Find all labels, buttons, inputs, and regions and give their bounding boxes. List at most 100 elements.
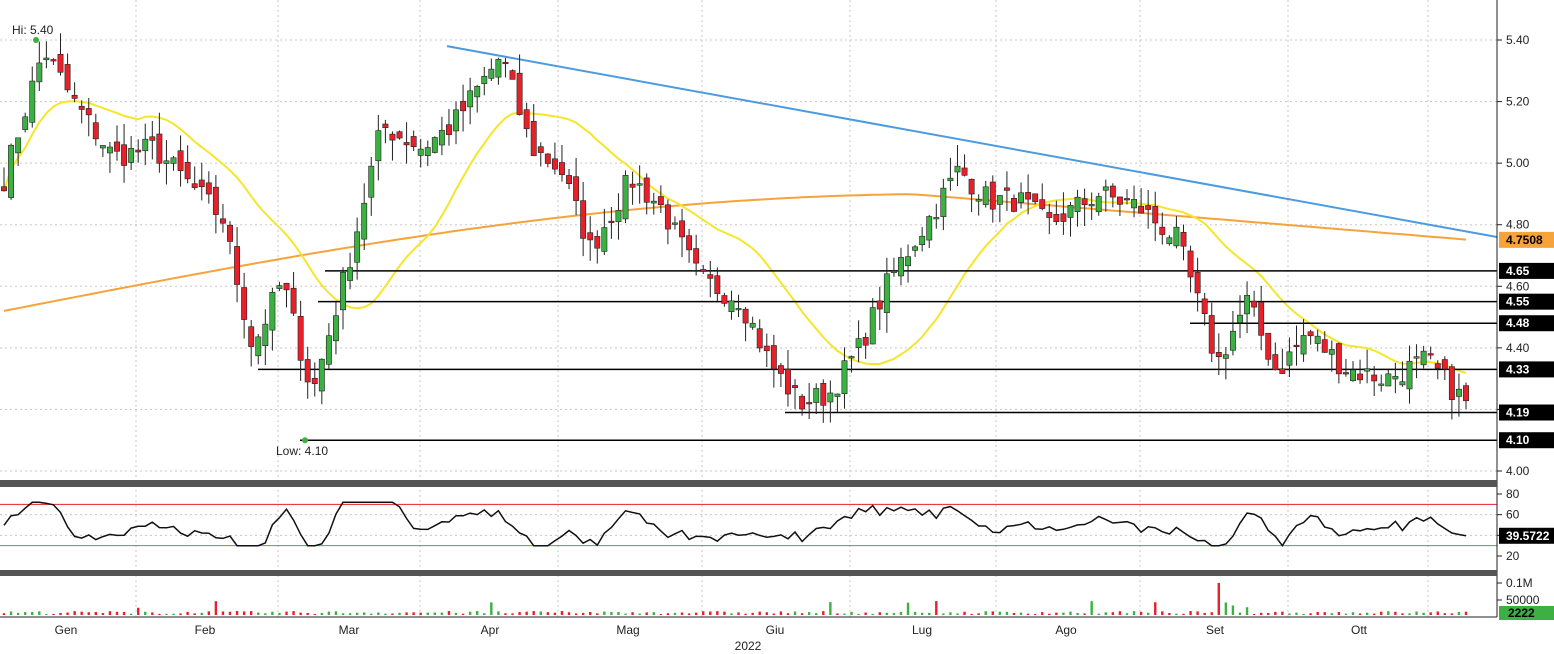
volume-bar: [1295, 612, 1298, 615]
candle-body: [785, 368, 791, 395]
candle-body: [629, 183, 636, 188]
candle-body: [559, 162, 565, 175]
candle-body: [467, 90, 474, 108]
volume-bar: [935, 601, 938, 615]
candle-body: [912, 246, 919, 251]
candle-body: [1427, 353, 1434, 356]
candle-body: [481, 76, 488, 84]
month-label: Gen: [55, 623, 78, 637]
candle-body: [954, 165, 961, 173]
volume-bar: [1026, 613, 1030, 615]
volume-bar: [476, 611, 479, 615]
volume-current-tag: 2222: [1499, 606, 1554, 620]
candle-body: [262, 323, 269, 346]
candle-body: [227, 224, 233, 242]
volume-bar: [1118, 611, 1122, 615]
chart-svg: Hi: 5.40Low: 4.10 20406080 0.1M500002222…: [0, 0, 1554, 654]
candle-body: [1208, 315, 1215, 354]
candle-body: [1272, 354, 1279, 370]
candle-body: [368, 165, 375, 198]
month-label: Ott: [1351, 623, 1368, 637]
level-tag-text: 4.19: [1506, 406, 1530, 420]
candle-body: [876, 300, 883, 310]
candle-body: [1116, 196, 1123, 205]
candle-body: [474, 86, 481, 98]
volume-bar: [1302, 613, 1305, 615]
volume-bar: [800, 613, 804, 615]
volume-bar: [998, 611, 1002, 615]
candle-body: [219, 218, 226, 224]
volume-bar: [235, 611, 239, 615]
candle-body: [707, 274, 714, 279]
volume-bar: [617, 611, 620, 615]
candle-body: [1032, 193, 1039, 203]
volume-bar: [610, 611, 613, 615]
volume-bar: [306, 612, 309, 615]
volume-bar: [1175, 613, 1178, 615]
volume-bar: [334, 611, 338, 615]
volume-bar: [186, 611, 189, 615]
candle-body: [573, 176, 580, 201]
candle-body: [248, 326, 255, 347]
candle-body: [1392, 375, 1399, 380]
volume-bar: [1238, 612, 1242, 615]
candle-body: [1371, 374, 1378, 382]
level-tag-text: 4.48: [1506, 316, 1530, 330]
candle-body: [728, 300, 735, 312]
volume-tick-label: 50000: [1506, 593, 1540, 607]
candle-body: [354, 231, 361, 263]
volume-bar: [751, 612, 754, 615]
candle-body: [862, 337, 869, 346]
volume-bar: [355, 612, 359, 615]
volume-bar: [829, 602, 832, 615]
candle-body: [417, 148, 424, 156]
volume-bar: [136, 607, 140, 615]
candle-body: [686, 235, 693, 251]
volume-bar: [744, 613, 747, 615]
volume-bar: [673, 612, 677, 615]
volume-bar: [165, 613, 168, 615]
volume-bar: [172, 613, 175, 615]
volume-bar: [257, 612, 260, 615]
volume-bar: [122, 611, 126, 615]
candle-body: [947, 177, 954, 182]
volume-bar: [963, 611, 966, 615]
volume-bar: [567, 612, 571, 615]
volume-bar: [391, 613, 394, 615]
volume-bar: [793, 611, 797, 615]
rsi-current-tag: 39.5722: [1499, 527, 1554, 544]
volume-bar: [1309, 613, 1312, 615]
volume-bar: [490, 602, 493, 615]
separator-rsi-volume: [0, 570, 1497, 576]
volume-bar: [45, 613, 48, 615]
volume-bar: [1344, 613, 1348, 615]
candle-body: [389, 133, 396, 141]
volume-bar: [913, 611, 917, 615]
candle-body: [1406, 360, 1413, 390]
volume-bar: [447, 611, 451, 615]
price-tick-label: 4.00: [1506, 464, 1530, 478]
candle-body: [1131, 198, 1137, 209]
candle-body: [1138, 205, 1145, 214]
volume-bar: [525, 611, 528, 615]
candle-body: [114, 141, 120, 152]
volume-bar: [970, 613, 973, 615]
candle-body: [1335, 343, 1342, 375]
candle-body: [290, 287, 297, 314]
volume-bar: [836, 613, 839, 615]
candle-body: [205, 182, 212, 195]
candle-body: [615, 210, 622, 223]
volume-bar: [885, 612, 889, 615]
level-tag: 4.55: [1499, 293, 1554, 310]
volume-bar: [299, 612, 302, 615]
candle-body: [622, 174, 629, 220]
price-tick-label: 5.00: [1506, 156, 1530, 170]
candle-body: [1088, 204, 1095, 207]
candle-body: [325, 335, 332, 365]
candle-body: [142, 138, 149, 152]
level-tag-text: 4.55: [1506, 295, 1530, 309]
volume-bar: [9, 611, 13, 615]
volume-bar: [1457, 612, 1461, 615]
candle-body: [1385, 373, 1392, 387]
volume-bar: [1083, 613, 1086, 615]
